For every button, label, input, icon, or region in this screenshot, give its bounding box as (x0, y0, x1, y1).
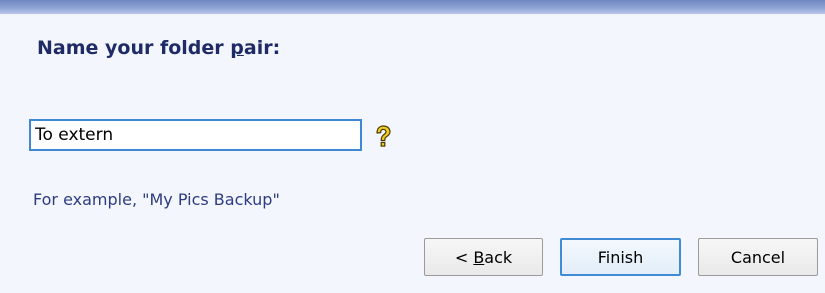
cancel-button[interactable]: Cancel (698, 238, 818, 276)
back-button-mnemonic: B (473, 247, 485, 267)
cancel-button-label: Cancel (730, 247, 786, 267)
page-title-mnemonic: p (230, 37, 244, 59)
header-band (0, 0, 825, 14)
finish-button-label: Finish (597, 247, 644, 267)
page-title-prefix: Name your folder (37, 37, 231, 59)
page-title: Name your folder pair: (37, 37, 280, 59)
folder-pair-name-input[interactable] (29, 119, 362, 151)
example-hint: For example, "My Pics Backup" (33, 190, 280, 209)
help-key-icon[interactable] (372, 124, 394, 150)
back-button-suffix: ack (484, 247, 513, 267)
help-key-icon-graphic (376, 125, 391, 147)
back-button[interactable]: < Back (424, 238, 543, 276)
back-button-prefix: < (454, 247, 474, 267)
page-title-suffix: air: (243, 37, 281, 59)
finish-button[interactable]: Finish (560, 238, 681, 276)
